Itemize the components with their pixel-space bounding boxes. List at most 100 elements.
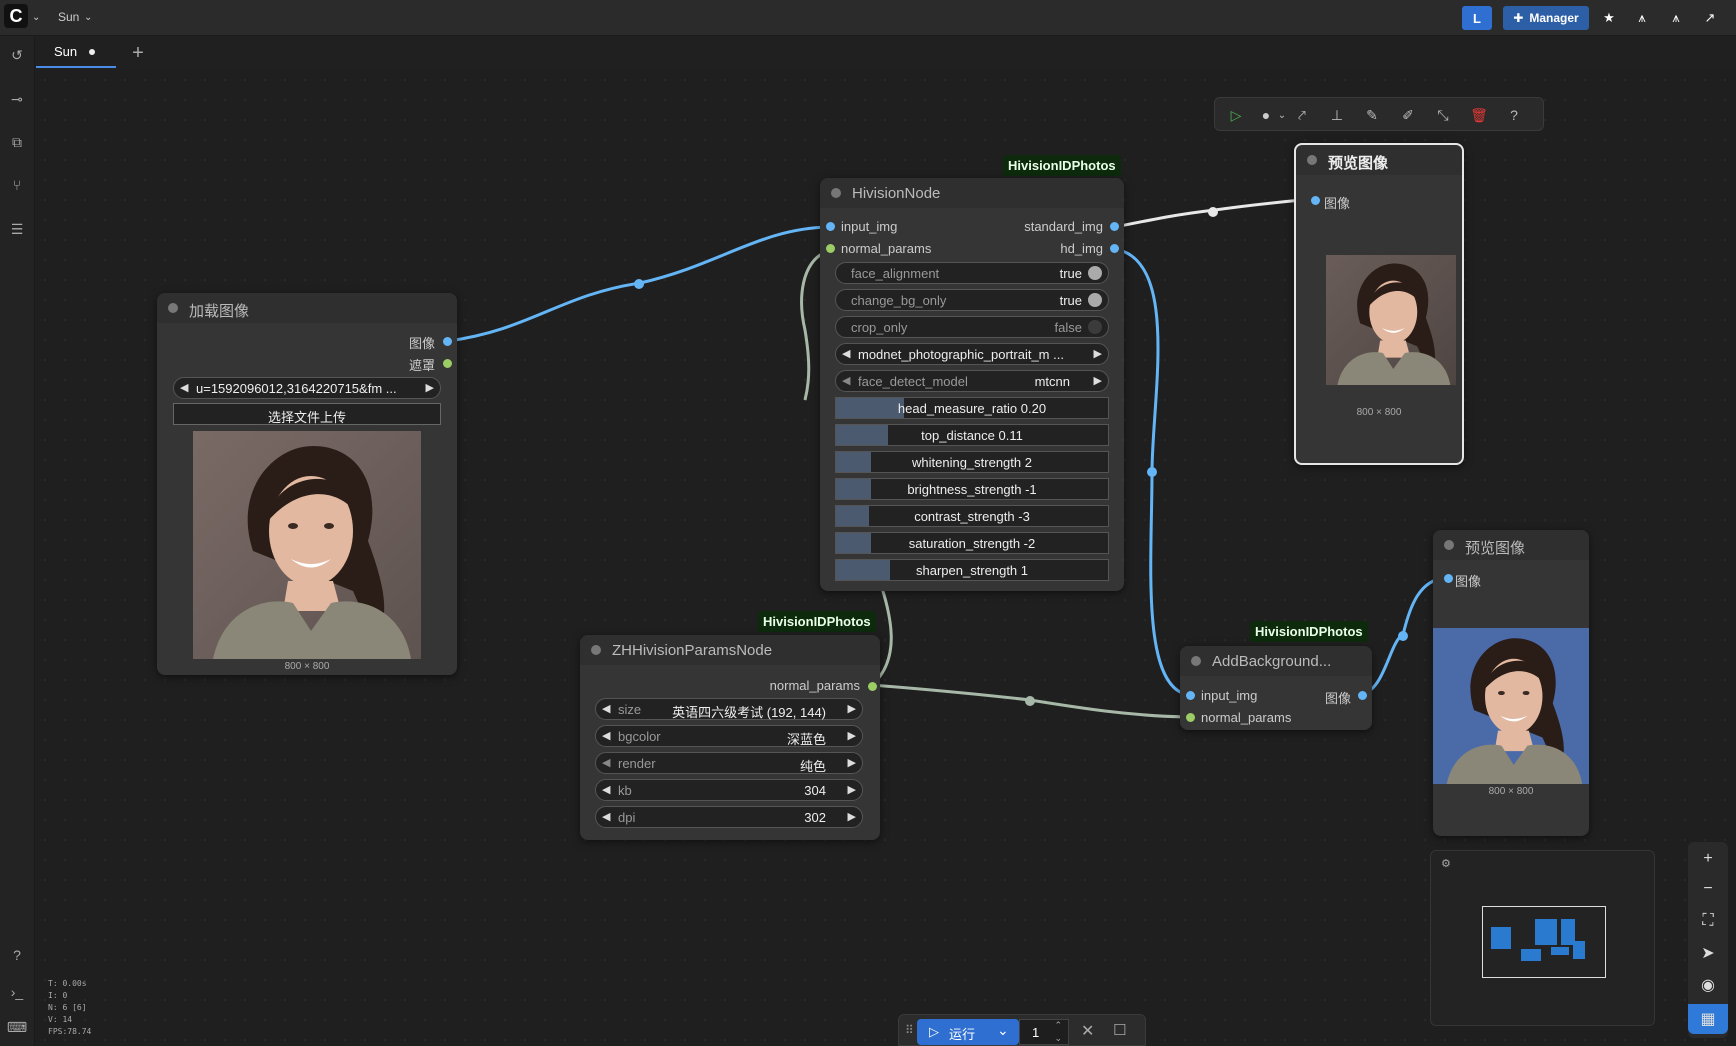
fit-view-icon[interactable]: ⛶ bbox=[1688, 906, 1728, 936]
input-params-pin[interactable] bbox=[1186, 713, 1195, 722]
pencil-icon[interactable]: ✐ bbox=[1399, 106, 1417, 124]
input-img-pin[interactable] bbox=[826, 222, 835, 231]
slider-top-distance[interactable]: top_distance 0.11 bbox=[835, 424, 1109, 446]
toggle-change-bg-only[interactable]: change_bg_only true bbox=[835, 289, 1109, 311]
arrow-right-icon[interactable]: ▶ bbox=[1094, 347, 1102, 360]
size-combo[interactable]: ◀ size 英语四六级考试 (192, 144) ▶ bbox=[595, 698, 863, 720]
models-icon[interactable]: ⧉ bbox=[8, 133, 26, 151]
preview-image-node-2[interactable]: 预览图像 图像 800 × 800 bbox=[1433, 530, 1589, 836]
templates-icon[interactable]: ☰ bbox=[8, 220, 26, 238]
output-params-pin[interactable] bbox=[868, 682, 877, 691]
arrow-left-icon[interactable]: ◀ bbox=[602, 729, 610, 742]
bgcolor-combo[interactable]: ◀ bgcolor 深蓝色 ▶ bbox=[595, 725, 863, 747]
add-background-node[interactable]: AddBackground... input_img normal_params… bbox=[1180, 646, 1372, 730]
output-hd-pin[interactable] bbox=[1110, 244, 1119, 253]
face-detect-model-combo[interactable]: ◀ face_detect_model mtcnn ▶ bbox=[835, 370, 1109, 392]
model-icon-b[interactable]: ⩚ bbox=[1664, 6, 1688, 30]
zoom-in-icon[interactable]: + bbox=[1688, 844, 1728, 874]
node-title[interactable]: 加载图像 bbox=[157, 293, 457, 323]
play-icon[interactable]: ▷ bbox=[1227, 106, 1245, 124]
chevron-down-icon[interactable]: ⌄ bbox=[1273, 106, 1291, 124]
model-icon-a[interactable]: ⩚ bbox=[1630, 6, 1654, 30]
arrow-right-icon[interactable]: ▶ bbox=[848, 729, 856, 742]
render-combo[interactable]: ◀ render 纯色 ▶ bbox=[595, 752, 863, 774]
toggle-crop-only[interactable]: crop_only false bbox=[835, 316, 1109, 338]
arrow-left-icon[interactable]: ◀ bbox=[602, 702, 610, 715]
tab-sun[interactable]: Sun bbox=[36, 36, 116, 68]
zoom-out-icon[interactable]: − bbox=[1688, 874, 1728, 904]
node-title[interactable]: HivisionNode bbox=[820, 178, 1124, 208]
node-title[interactable]: AddBackground... bbox=[1180, 646, 1372, 676]
workflows-icon[interactable]: ⑂ bbox=[8, 176, 26, 194]
edit-icon[interactable]: ✎ bbox=[1363, 106, 1381, 124]
minimap-viewport[interactable] bbox=[1482, 906, 1606, 978]
collapse-dot-icon[interactable] bbox=[831, 188, 841, 198]
collapse-dot-icon[interactable] bbox=[1191, 656, 1201, 666]
arrow-left-icon[interactable]: ◀ bbox=[842, 347, 850, 360]
arrow-left-icon[interactable]: ◀ bbox=[180, 381, 188, 394]
batch-count-input[interactable]: 1 ⌃ ⌄ bbox=[1019, 1019, 1069, 1045]
slider-brightness-strength[interactable]: brightness_strength -1 bbox=[835, 478, 1109, 500]
arrow-right-icon[interactable]: ▶ bbox=[848, 783, 856, 796]
input-img-pin[interactable] bbox=[1186, 691, 1195, 700]
output-standard-pin[interactable] bbox=[1110, 222, 1119, 231]
slider-contrast-strength[interactable]: contrast_strength -3 bbox=[835, 505, 1109, 527]
upload-button[interactable]: 选择文件上传 bbox=[173, 403, 441, 425]
image-file-combo[interactable]: ◀ u=1592096012,3164220715&fm ... ▶ bbox=[173, 377, 441, 399]
history-icon[interactable]: ↺ bbox=[8, 46, 26, 64]
bypass-icon[interactable]: ⤤ bbox=[1293, 106, 1311, 124]
settings-sliders-icon[interactable]: ⚙ bbox=[1441, 857, 1451, 870]
load-image-node[interactable]: 加载图像 图像 遮罩 ◀ u=1592096012,3164220715&fm … bbox=[157, 293, 457, 675]
help-icon[interactable]: ? bbox=[1505, 106, 1523, 124]
slider-sharpen-strength[interactable]: sharpen_strength 1 bbox=[835, 559, 1109, 581]
matting-model-combo[interactable]: ◀ modnet_photographic_portrait_m ... ▶ bbox=[835, 343, 1109, 365]
slider-saturation-strength[interactable]: saturation_strength -2 bbox=[835, 532, 1109, 554]
navigate-icon[interactable]: ➤ bbox=[1688, 938, 1728, 968]
arrow-left-icon[interactable]: ◀ bbox=[602, 756, 610, 769]
arrow-right-icon[interactable]: ▶ bbox=[848, 810, 856, 823]
arrow-right-icon[interactable]: ▶ bbox=[426, 381, 434, 394]
arrow-left-icon[interactable]: ◀ bbox=[602, 783, 610, 796]
collapse-dot-icon[interactable] bbox=[1444, 540, 1454, 550]
drag-handle-icon[interactable]: ⠿ bbox=[905, 1023, 914, 1037]
output-mask-pin[interactable] bbox=[443, 359, 452, 368]
arrow-right-icon[interactable]: ▶ bbox=[1094, 374, 1102, 387]
terminal-icon[interactable]: ›_ bbox=[8, 983, 26, 1001]
minimap[interactable]: ⚙ bbox=[1430, 850, 1655, 1026]
collapse-dot-icon[interactable] bbox=[1307, 155, 1317, 165]
new-tab-button[interactable]: + bbox=[123, 38, 153, 68]
decrement-icon[interactable]: ⌄ bbox=[1054, 1033, 1062, 1044]
preview-image-node-1[interactable]: 预览图像 图像 800 × 800 bbox=[1294, 143, 1464, 465]
collapse-icon[interactable]: ⤡ bbox=[1434, 106, 1452, 124]
hivision-node[interactable]: HivisionNode input_img normal_params sta… bbox=[820, 178, 1124, 591]
minimap-toggle-icon[interactable]: ▦ bbox=[1688, 1004, 1728, 1034]
input-params-pin[interactable] bbox=[826, 244, 835, 253]
share-icon[interactable]: ↗ bbox=[1698, 6, 1722, 30]
arrow-left-icon[interactable]: ◀ bbox=[602, 810, 610, 823]
node-title[interactable]: ZHHivisionParamsNode bbox=[580, 635, 880, 665]
stop-icon[interactable]: ☐ bbox=[1113, 1021, 1126, 1039]
arrow-right-icon[interactable]: ▶ bbox=[848, 702, 856, 715]
run-button[interactable]: ▷ 运行 ⌄ bbox=[917, 1019, 1019, 1045]
slider-whitening-strength[interactable]: whitening_strength 2 bbox=[835, 451, 1109, 473]
eye-icon[interactable]: ◉ bbox=[1688, 970, 1728, 1000]
chevron-down-icon[interactable]: ⌄ bbox=[997, 1022, 1009, 1039]
manager-button[interactable]: ✚ Manager bbox=[1503, 6, 1589, 30]
node-title[interactable]: 预览图像 bbox=[1296, 145, 1462, 175]
star-icon[interactable]: ★ bbox=[1597, 6, 1621, 30]
trash-icon[interactable]: 🗑 bbox=[1470, 106, 1488, 124]
arrow-left-icon[interactable]: ◀ bbox=[842, 374, 850, 387]
node-library-icon[interactable]: ⊸ bbox=[8, 90, 26, 108]
output-image-pin[interactable] bbox=[443, 337, 452, 346]
collapse-dot-icon[interactable] bbox=[168, 303, 178, 313]
input-image-pin[interactable] bbox=[1311, 196, 1320, 205]
kb-number[interactable]: ◀ kb 304 ▶ bbox=[595, 779, 863, 801]
params-node[interactable]: ZHHivisionParamsNode normal_params ◀ siz… bbox=[580, 635, 880, 840]
user-avatar-button[interactable]: L bbox=[1462, 6, 1492, 30]
workflow-name[interactable]: Sun bbox=[58, 10, 79, 24]
dpi-number[interactable]: ◀ dpi 302 ▶ bbox=[595, 806, 863, 828]
input-image-pin[interactable] bbox=[1444, 574, 1453, 583]
node-title[interactable]: 预览图像 bbox=[1433, 530, 1589, 560]
chevron-down-icon[interactable]: ⌄ bbox=[84, 12, 92, 23]
arrow-right-icon[interactable]: ▶ bbox=[848, 756, 856, 769]
